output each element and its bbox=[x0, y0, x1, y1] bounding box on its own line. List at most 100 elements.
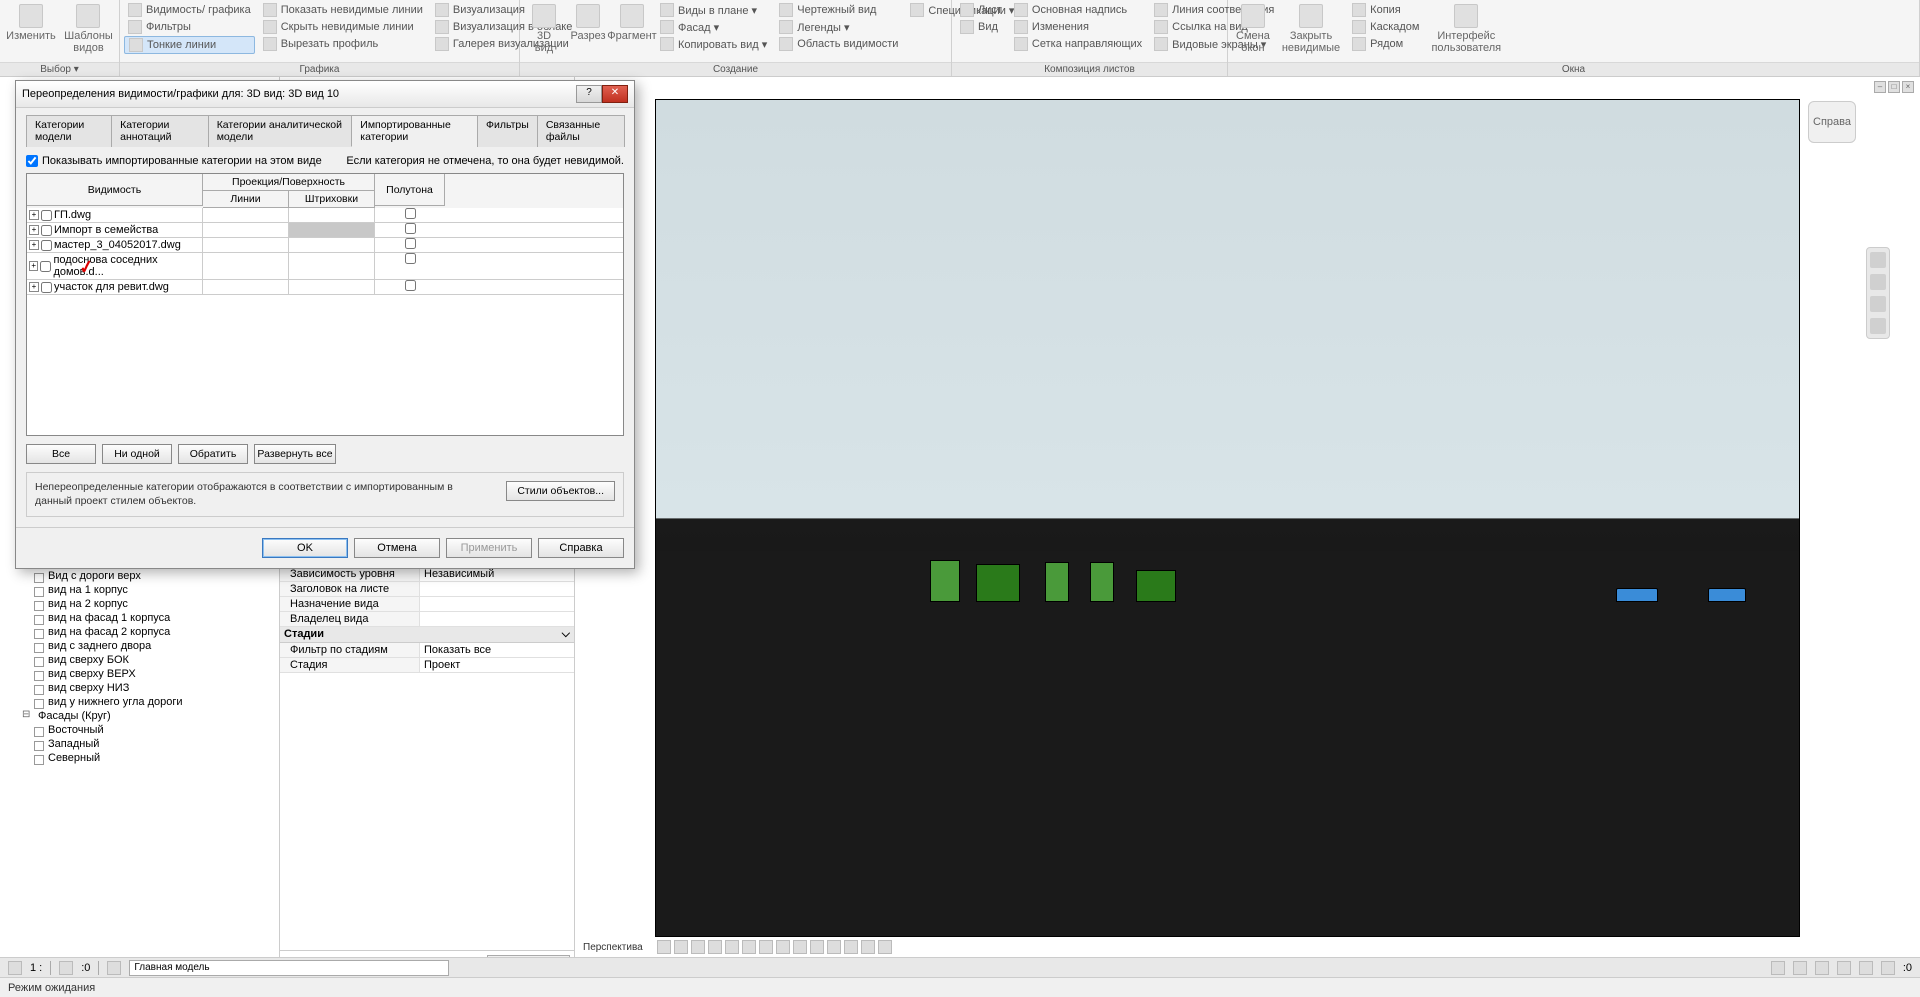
cascade-button[interactable]: Каскадом bbox=[1348, 19, 1423, 35]
col-halftone[interactable]: Полутона bbox=[375, 174, 445, 206]
show-imported-checkbox[interactable]: Показывать импортированные категории на … bbox=[26, 155, 322, 167]
show-hidden-button[interactable]: Показать невидимые линии bbox=[259, 2, 427, 18]
col-lines[interactable]: Линии bbox=[203, 191, 289, 208]
tree-facades[interactable]: Фасады (Круг) bbox=[20, 709, 279, 723]
tree-view-item[interactable]: вид сверху НИЗ bbox=[20, 681, 279, 695]
expand-icon[interactable]: + bbox=[29, 282, 39, 292]
halftone-checkbox[interactable] bbox=[405, 223, 416, 234]
expand-icon[interactable]: + bbox=[29, 240, 39, 250]
prop-value[interactable]: Проект bbox=[420, 658, 574, 672]
col-visibility[interactable]: Видимость bbox=[27, 174, 203, 206]
category-row[interactable]: +ГП.dwg bbox=[27, 208, 623, 223]
select-none-button[interactable]: Ни одной bbox=[102, 444, 172, 464]
dialog-titlebar[interactable]: Переопределения видимости/графики для: 3… bbox=[16, 81, 634, 108]
draft-view-button[interactable]: Чертежный вид bbox=[775, 2, 902, 18]
tree-facade-item[interactable]: Северный bbox=[20, 751, 279, 765]
tree-view-item[interactable]: вид на фасад 2 корпуса bbox=[20, 625, 279, 639]
category-checkbox[interactable] bbox=[40, 261, 51, 272]
viewcube[interactable]: Справа bbox=[1808, 101, 1856, 143]
dialog-tab[interactable]: Связанные файлы bbox=[537, 115, 625, 147]
vc-icon[interactable] bbox=[878, 940, 892, 954]
category-row[interactable]: +Импорт в семейства bbox=[27, 223, 623, 238]
bb-icon[interactable] bbox=[59, 961, 73, 975]
prop-value[interactable] bbox=[420, 597, 574, 611]
select-all-button[interactable]: Все bbox=[26, 444, 96, 464]
bb-icon[interactable] bbox=[1771, 961, 1785, 975]
scope-box-button[interactable]: Область видимости bbox=[775, 36, 902, 52]
lines-cell[interactable] bbox=[203, 238, 289, 252]
help-button[interactable]: Справка bbox=[538, 538, 624, 558]
tree-view-item[interactable]: Вид с дороги верх bbox=[20, 569, 279, 583]
dialog-tab[interactable]: Категории модели bbox=[26, 115, 112, 147]
bb-icon[interactable] bbox=[107, 961, 121, 975]
prop-value[interactable] bbox=[420, 582, 574, 596]
tile-button[interactable]: Рядом bbox=[1348, 36, 1423, 52]
cut-profile-button[interactable]: Вырезать профиль bbox=[259, 36, 427, 52]
apply-button[interactable]: Применить bbox=[446, 538, 532, 558]
hatch-cell[interactable] bbox=[289, 238, 375, 252]
expand-icon[interactable]: + bbox=[29, 261, 38, 271]
hide-hidden-button[interactable]: Скрыть невидимые линии bbox=[259, 19, 427, 35]
orbit-icon[interactable] bbox=[1870, 318, 1886, 334]
category-checkbox[interactable] bbox=[41, 282, 52, 293]
tree-view-item[interactable]: вид на фасад 1 корпуса bbox=[20, 611, 279, 625]
tree-view-item[interactable]: вид на 2 корпус bbox=[20, 597, 279, 611]
3d-view-button[interactable]: 3D вид bbox=[524, 2, 564, 56]
tree-facade-item[interactable]: Восточный bbox=[20, 723, 279, 737]
vc-icon[interactable] bbox=[793, 940, 807, 954]
maximize-view-icon[interactable]: □ bbox=[1888, 81, 1900, 93]
bb-icon[interactable] bbox=[8, 961, 22, 975]
swap-windows-button[interactable]: Смена окон bbox=[1232, 2, 1274, 56]
bb-icon[interactable] bbox=[1859, 961, 1873, 975]
copy-win-button[interactable]: Копия bbox=[1348, 2, 1423, 18]
vc-icon[interactable] bbox=[708, 940, 722, 954]
dialog-tab[interactable]: Категории аннотаций bbox=[111, 115, 209, 147]
expand-all-button[interactable]: Развернуть все bbox=[254, 444, 336, 464]
section-button[interactable]: Разрез bbox=[568, 2, 608, 44]
col-hatching[interactable]: Штриховки bbox=[289, 191, 375, 208]
hatch-cell[interactable] bbox=[289, 280, 375, 294]
visibility-graphics-button[interactable]: Видимость/ графика bbox=[124, 2, 255, 18]
ui-button[interactable]: Интерфейс пользователя bbox=[1427, 2, 1505, 56]
lines-cell[interactable] bbox=[203, 280, 289, 294]
vc-icon[interactable] bbox=[759, 940, 773, 954]
facade-button[interactable]: Фасад ▾ bbox=[656, 19, 771, 35]
property-row[interactable]: Заголовок на листе bbox=[280, 582, 574, 597]
prop-value[interactable] bbox=[420, 612, 574, 626]
vc-icon[interactable] bbox=[810, 940, 824, 954]
category-checkbox[interactable] bbox=[41, 225, 52, 236]
collapse-icon[interactable]: ⌵ bbox=[562, 628, 570, 641]
modify-button[interactable]: Изменить bbox=[4, 2, 58, 44]
vc-icon[interactable] bbox=[776, 940, 790, 954]
guide-grid-button[interactable]: Сетка направляющих bbox=[1010, 36, 1146, 52]
property-row[interactable]: СтадияПроект bbox=[280, 658, 574, 673]
property-row[interactable]: Фильтр по стадиямПоказать все bbox=[280, 643, 574, 658]
vc-icon[interactable] bbox=[742, 940, 756, 954]
tree-view-item[interactable]: вид с заднего двора bbox=[20, 639, 279, 653]
vc-icon[interactable] bbox=[674, 940, 688, 954]
dialog-tab[interactable]: Категории аналитической модели bbox=[208, 115, 353, 147]
dialog-help-button[interactable]: ? bbox=[576, 85, 602, 103]
vc-icon[interactable] bbox=[827, 940, 841, 954]
prop-cat-stages[interactable]: Стадии⌵ bbox=[280, 627, 574, 643]
view-button[interactable]: Вид bbox=[956, 19, 1006, 35]
minimize-view-icon[interactable]: – bbox=[1874, 81, 1886, 93]
expand-icon[interactable]: + bbox=[29, 225, 39, 235]
cancel-button[interactable]: Отмена bbox=[354, 538, 440, 558]
hatch-cell[interactable] bbox=[289, 253, 375, 279]
legends-button[interactable]: Легенды ▾ bbox=[775, 19, 902, 35]
vc-icon[interactable] bbox=[861, 940, 875, 954]
lines-cell[interactable] bbox=[203, 208, 289, 222]
bb-icon[interactable] bbox=[1815, 961, 1829, 975]
category-checkbox[interactable] bbox=[41, 240, 52, 251]
category-row[interactable]: +подоснова соседних домов.d... bbox=[27, 253, 623, 280]
tree-view-item[interactable]: вид у нижнего угла дороги bbox=[20, 695, 279, 709]
tree-view-item[interactable]: вид на 1 корпус bbox=[20, 583, 279, 597]
expand-icon[interactable]: + bbox=[29, 210, 39, 220]
copy-view-button[interactable]: Копировать вид ▾ bbox=[656, 36, 771, 52]
view-templates-button[interactable]: Шаблоны видов bbox=[62, 2, 115, 56]
ok-button[interactable]: OK bbox=[262, 538, 348, 558]
vc-icon[interactable] bbox=[725, 940, 739, 954]
lines-cell[interactable] bbox=[203, 253, 289, 279]
category-row[interactable]: +мастер_3_04052017.dwg bbox=[27, 238, 623, 253]
